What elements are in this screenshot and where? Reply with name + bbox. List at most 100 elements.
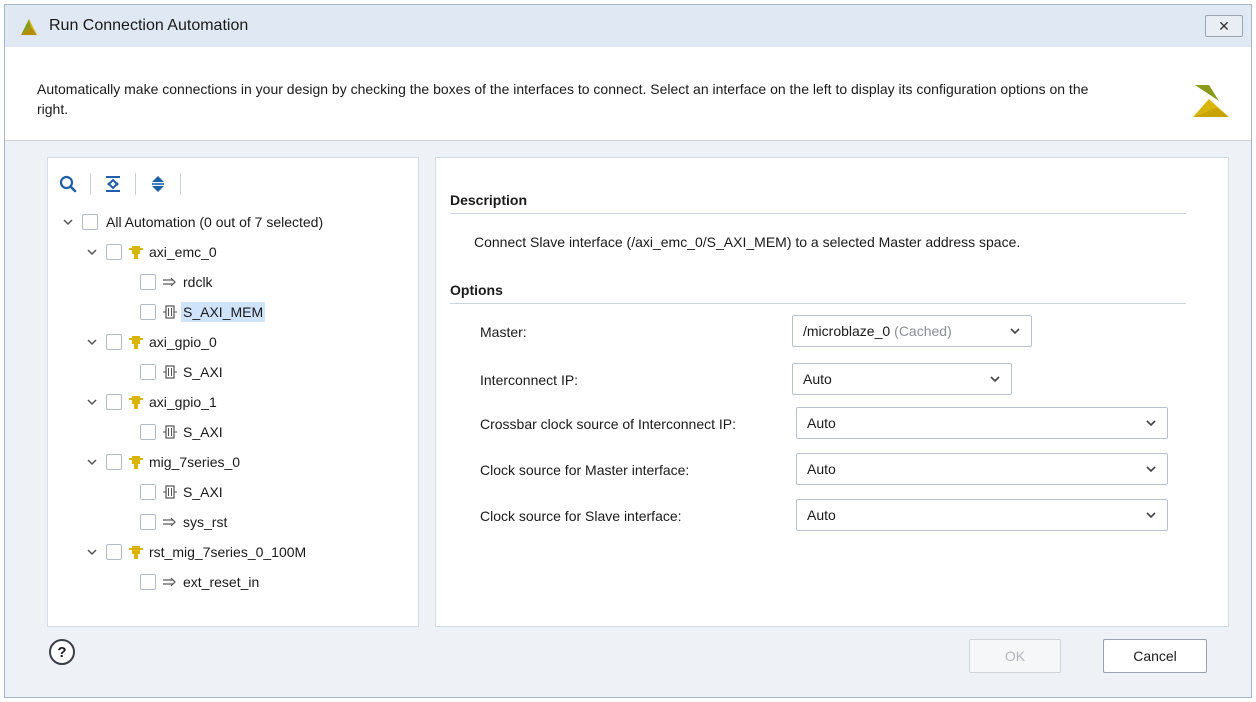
xilinx-logo-icon bbox=[1193, 85, 1229, 117]
slave-clock-select[interactable]: Auto bbox=[796, 499, 1168, 531]
crossbar-clock-select[interactable]: Auto bbox=[796, 407, 1168, 439]
checkbox[interactable] bbox=[82, 214, 98, 230]
help-button[interactable]: ? bbox=[49, 639, 75, 665]
reset-pin-icon bbox=[162, 574, 178, 590]
expand-all-button[interactable] bbox=[146, 172, 170, 196]
ok-button-label: OK bbox=[1004, 648, 1026, 664]
toolbar-divider bbox=[90, 173, 91, 195]
tree-item-mig-7series-0[interactable]: mig_7series_0 bbox=[84, 448, 242, 476]
ip-block-icon bbox=[128, 244, 144, 260]
checkbox[interactable] bbox=[140, 364, 156, 380]
chevron-down-icon[interactable] bbox=[84, 394, 100, 410]
interconnect-ip-select[interactable]: Auto bbox=[792, 363, 1012, 395]
ip-block-icon bbox=[128, 454, 144, 470]
section-divider bbox=[450, 213, 1186, 214]
window-title: Run Connection Automation bbox=[49, 17, 249, 34]
checkbox[interactable] bbox=[106, 244, 122, 260]
chevron-down-icon[interactable] bbox=[84, 244, 100, 260]
title-bar: Run Connection Automation ✕ bbox=[5, 5, 1251, 47]
checkbox[interactable] bbox=[140, 424, 156, 440]
tree-item-axi-gpio-0[interactable]: axi_gpio_0 bbox=[84, 328, 219, 356]
chevron-down-icon bbox=[990, 376, 1000, 383]
master-clock-value: Auto bbox=[807, 461, 836, 477]
search-icon bbox=[59, 175, 77, 193]
collapse-all-button[interactable] bbox=[101, 172, 125, 196]
crossbar-clock-value: Auto bbox=[807, 415, 836, 431]
close-icon: ✕ bbox=[1218, 18, 1230, 34]
checkbox[interactable] bbox=[140, 484, 156, 500]
dialog-window: Run Connection Automation ✕ Automaticall… bbox=[4, 4, 1252, 698]
clock-pin-icon bbox=[162, 274, 178, 290]
header-banner: Automatically make connections in your d… bbox=[5, 47, 1251, 141]
cancel-button-label: Cancel bbox=[1133, 648, 1177, 664]
toolbar-divider bbox=[180, 173, 181, 195]
master-cached-tag: (Cached) bbox=[894, 323, 952, 339]
tree-item-s-axi-mem[interactable]: S_AXI_MEM bbox=[140, 298, 266, 326]
ip-block-icon bbox=[128, 334, 144, 350]
bus-interface-icon bbox=[162, 424, 178, 440]
vivado-logo-icon bbox=[21, 19, 37, 35]
checkbox[interactable] bbox=[106, 544, 122, 560]
tree-item-axi-emc-0[interactable]: axi_emc_0 bbox=[84, 238, 219, 266]
crossbar-clock-label: Crossbar clock source of Interconnect IP… bbox=[480, 416, 736, 432]
master-clock-select[interactable]: Auto bbox=[796, 453, 1168, 485]
chevron-down-icon[interactable] bbox=[60, 214, 76, 230]
tree-item-label: sys_rst bbox=[183, 514, 228, 530]
tree-item-label: ext_reset_in bbox=[183, 574, 260, 590]
cancel-button[interactable]: Cancel bbox=[1103, 639, 1207, 673]
tree-item-label: mig_7series_0 bbox=[149, 454, 241, 470]
master-select[interactable]: /microblaze_0 (Cached) bbox=[792, 315, 1032, 347]
search-button[interactable] bbox=[56, 172, 80, 196]
tree-item-s-axi[interactable]: S_AXI bbox=[140, 478, 225, 506]
checkbox[interactable] bbox=[106, 394, 122, 410]
banner-description: Automatically make connections in your d… bbox=[37, 81, 1089, 117]
slave-clock-value: Auto bbox=[807, 507, 836, 523]
tree-item-label: axi_gpio_0 bbox=[149, 334, 217, 350]
tree-item-s-axi[interactable]: S_AXI bbox=[140, 358, 225, 386]
slave-clock-label: Clock source for Slave interface: bbox=[480, 508, 682, 524]
tree-item-all-automation[interactable]: All Automation (0 out of 7 selected) bbox=[60, 208, 325, 236]
tree-item-label: S_AXI bbox=[183, 424, 223, 440]
checkbox[interactable] bbox=[140, 514, 156, 530]
chevron-down-icon bbox=[1010, 328, 1020, 335]
chevron-down-icon bbox=[1146, 466, 1156, 473]
configuration-panel: Description Connect Slave interface (/ax… bbox=[435, 157, 1229, 627]
chevron-down-icon[interactable] bbox=[84, 454, 100, 470]
chevron-down-icon bbox=[1146, 512, 1156, 519]
chevron-down-icon[interactable] bbox=[84, 544, 100, 560]
ok-button[interactable]: OK bbox=[969, 639, 1061, 673]
chevron-down-icon[interactable] bbox=[84, 334, 100, 350]
master-label: Master: bbox=[480, 324, 527, 340]
checkbox[interactable] bbox=[140, 304, 156, 320]
tree-item-label: S_AXI_MEM bbox=[181, 302, 266, 322]
tree-item-s-axi[interactable]: S_AXI bbox=[140, 418, 225, 446]
checkbox[interactable] bbox=[140, 574, 156, 590]
tree-toolbar bbox=[56, 170, 191, 198]
checkbox[interactable] bbox=[106, 334, 122, 350]
description-heading: Description bbox=[450, 192, 528, 208]
master-clock-label: Clock source for Master interface: bbox=[480, 462, 690, 478]
tree-item-rdclk[interactable]: rdclk bbox=[140, 268, 215, 296]
tree-item-sys-rst[interactable]: sys_rst bbox=[140, 508, 229, 536]
expand-all-icon bbox=[152, 176, 164, 192]
tree-item-axi-gpio-1[interactable]: axi_gpio_1 bbox=[84, 388, 219, 416]
section-divider bbox=[450, 303, 1186, 304]
checkbox[interactable] bbox=[106, 454, 122, 470]
tree-item-ext-reset-in[interactable]: ext_reset_in bbox=[140, 568, 261, 596]
ip-block-icon bbox=[128, 394, 144, 410]
description-text: Connect Slave interface (/axi_emc_0/S_AX… bbox=[474, 234, 1021, 250]
ip-block-icon bbox=[128, 544, 144, 560]
options-heading: Options bbox=[450, 282, 503, 298]
chevron-down-icon bbox=[1146, 420, 1156, 427]
bus-interface-icon bbox=[162, 304, 178, 320]
tree-item-rst-mig-7series-0-100m[interactable]: rst_mig_7series_0_100M bbox=[84, 538, 308, 566]
reset-pin-icon bbox=[162, 514, 178, 530]
tree-item-label: rst_mig_7series_0_100M bbox=[149, 544, 307, 560]
master-value: /microblaze_0 bbox=[803, 323, 891, 339]
checkbox[interactable] bbox=[140, 274, 156, 290]
tree-item-label: S_AXI bbox=[183, 364, 223, 380]
toolbar-divider bbox=[135, 173, 136, 195]
interconnect-ip-value: Auto bbox=[803, 371, 832, 387]
close-button[interactable]: ✕ bbox=[1205, 15, 1243, 37]
tree-item-label: axi_emc_0 bbox=[149, 244, 217, 260]
